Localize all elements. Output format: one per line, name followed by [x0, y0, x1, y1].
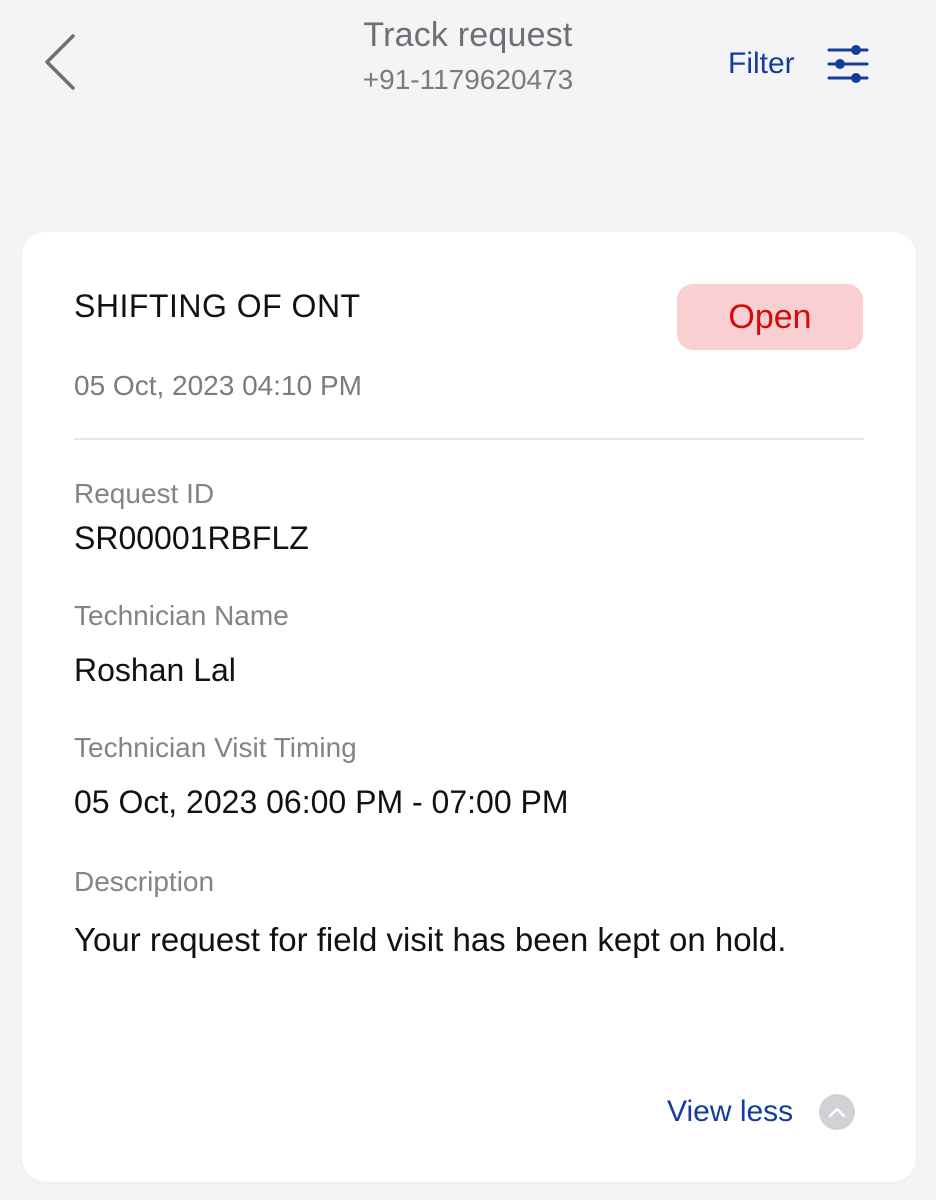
back-button[interactable]: [30, 28, 90, 96]
page-title: Track request: [363, 16, 573, 54]
chevron-left-icon: [45, 34, 75, 90]
filter-label: Filter: [728, 47, 795, 80]
chevron-up-icon: [819, 1094, 856, 1130]
phone-number: +91-1179620473: [362, 64, 574, 95]
filter-button[interactable]: Filter: [728, 36, 869, 92]
divider: [74, 438, 864, 440]
request-date: 05 Oct, 2023 04:10 PM: [74, 370, 362, 401]
visit-timing-value: 05 Oct, 2023 06:00 PM - 07:00 PM: [74, 784, 569, 820]
request-id-value: SR00001RBFLZ: [74, 520, 309, 556]
description-value: Your request for field visit has been ke…: [74, 921, 787, 958]
request-type: SHIFTING OF ONT: [74, 288, 361, 324]
technician-name-label: Technician Name: [74, 600, 289, 631]
technician-name-value: Roshan Lal: [74, 652, 236, 688]
view-less-label: View less: [667, 1095, 794, 1128]
sliders-icon: [827, 45, 869, 83]
status-badge: Open: [677, 284, 863, 350]
description-label: Description: [74, 866, 215, 897]
request-id-label: Request ID: [74, 478, 215, 509]
title-block: Track request +91-1179620473: [218, 12, 718, 100]
view-less-button[interactable]: View less: [667, 1092, 856, 1132]
header-bar: Track request +91-1179620473 Filter: [0, 0, 936, 200]
request-card: SHIFTING OF ONT Open 05 Oct, 2023 04:10 …: [22, 232, 916, 1182]
visit-timing-label: Technician Visit Timing: [74, 732, 357, 763]
